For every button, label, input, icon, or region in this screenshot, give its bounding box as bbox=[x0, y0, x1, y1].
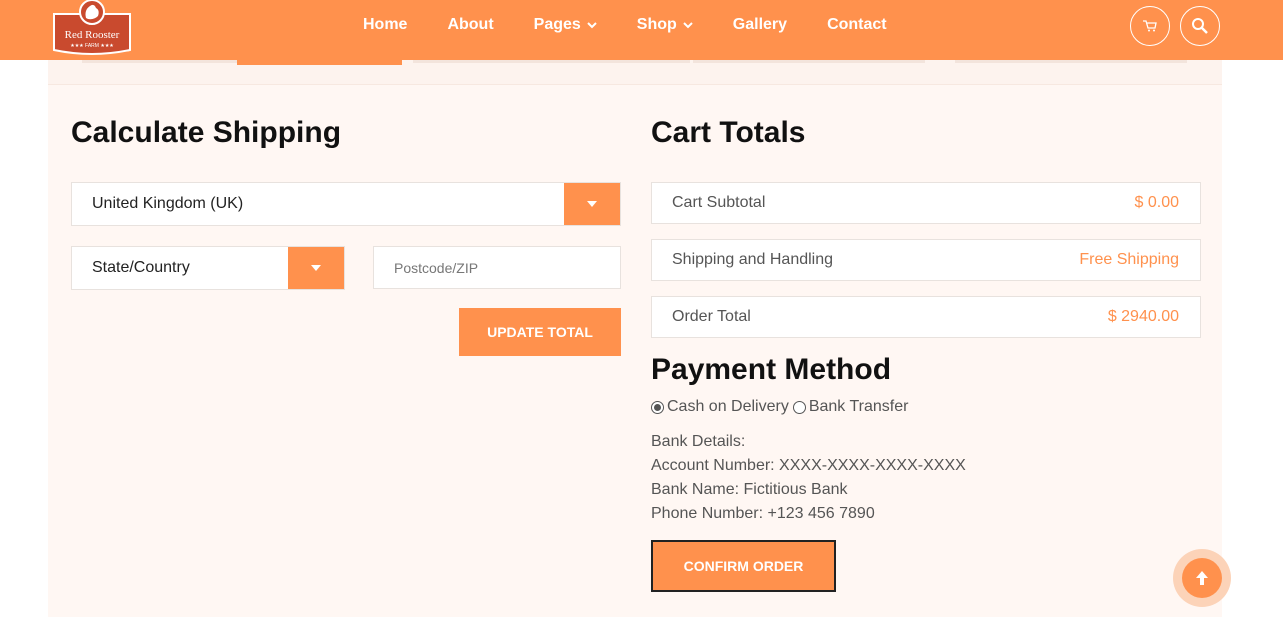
nav-item-pages[interactable]: Pages bbox=[534, 16, 597, 34]
shipping-handling-value: Free Shipping bbox=[1079, 251, 1179, 268]
payment-options: Cash on Delivery Bank Transfer bbox=[651, 398, 908, 416]
state-dropdown-button[interactable] bbox=[288, 247, 344, 289]
shipping-title: Calculate Shipping bbox=[71, 116, 342, 149]
state-select[interactable]: State/Country bbox=[71, 246, 345, 290]
caret-down-icon bbox=[587, 201, 597, 207]
caret-down-icon bbox=[311, 265, 321, 271]
main-nav: Home About Pages Shop Gallery Contact bbox=[363, 0, 927, 50]
nav-label: Home bbox=[363, 16, 408, 33]
account-number: Account Number: XXXX-XXXX-XXXX-XXXX bbox=[651, 457, 966, 474]
payment-method-title: Payment Method bbox=[651, 353, 892, 386]
shipping-handling-row: Shipping and Handling Free Shipping bbox=[651, 239, 1201, 281]
postcode-input[interactable]: Postcode/ZIP bbox=[373, 246, 621, 289]
site-logo[interactable]: Red Rooster ★★★ FARM ★★★ bbox=[50, 0, 134, 56]
nav-label: Pages bbox=[533, 16, 581, 33]
scroll-to-top-button[interactable] bbox=[1173, 549, 1231, 607]
search-button[interactable] bbox=[1180, 6, 1220, 46]
nav-label: About bbox=[447, 16, 494, 33]
nav-label: Shop bbox=[636, 16, 677, 33]
confirm-order-button[interactable]: CONFIRM ORDER bbox=[651, 540, 836, 592]
update-total-button[interactable]: UPDATE TOTAL bbox=[459, 308, 621, 356]
phone-number: Phone Number: +123 456 7890 bbox=[651, 505, 875, 522]
cart-subtotal-label: Cart Subtotal bbox=[672, 194, 766, 211]
nav-item-home[interactable]: Home bbox=[363, 16, 407, 34]
country-select[interactable]: United Kingdom (UK) bbox=[71, 182, 621, 226]
cart-icon bbox=[1143, 20, 1157, 32]
nav-item-contact[interactable]: Contact bbox=[827, 16, 887, 34]
country-dropdown-button[interactable] bbox=[564, 183, 620, 225]
order-total-value: $ 2940.00 bbox=[1107, 308, 1179, 325]
nav-label: Gallery bbox=[732, 16, 788, 33]
bank-details-heading: Bank Details: bbox=[651, 433, 746, 450]
chevron-down-icon bbox=[587, 22, 597, 29]
cash-on-delivery-radio[interactable] bbox=[651, 400, 664, 414]
bank-name: Bank Name: Fictitious Bank bbox=[651, 481, 848, 498]
search-icon bbox=[1192, 18, 1208, 34]
top-strip bbox=[48, 60, 1222, 85]
chevron-down-icon bbox=[683, 22, 693, 29]
active-tab-indicator bbox=[237, 58, 402, 65]
order-total-label: Order Total bbox=[672, 308, 751, 325]
nav-label: Contact bbox=[827, 16, 887, 33]
country-value: United Kingdom (UK) bbox=[92, 195, 244, 212]
state-value: State/Country bbox=[92, 259, 190, 276]
cart-subtotal-value: $ 0.00 bbox=[1134, 194, 1179, 211]
bank-transfer-label[interactable]: Bank Transfer bbox=[809, 398, 909, 416]
nav-item-shop[interactable]: Shop bbox=[637, 16, 693, 34]
cart-totals-title: Cart Totals bbox=[651, 116, 806, 149]
order-total-row: Order Total $ 2940.00 bbox=[651, 296, 1201, 338]
svg-text:★★★ FARM ★★★: ★★★ FARM ★★★ bbox=[70, 43, 114, 49]
bank-transfer-radio[interactable] bbox=[792, 400, 806, 414]
bank-details: Bank Details: Account Number: XXXX-XXXX-… bbox=[651, 430, 966, 526]
cart-button[interactable] bbox=[1130, 6, 1170, 46]
site-header: Red Rooster ★★★ FARM ★★★ Home About Page… bbox=[0, 0, 1283, 60]
nav-item-gallery[interactable]: Gallery bbox=[733, 16, 787, 34]
postcode-placeholder: Postcode/ZIP bbox=[394, 259, 479, 276]
shipping-handling-label: Shipping and Handling bbox=[672, 251, 834, 268]
arrow-up-icon bbox=[1196, 571, 1208, 585]
cash-on-delivery-label[interactable]: Cash on Delivery bbox=[667, 398, 789, 416]
cart-subtotal-row: Cart Subtotal $ 0.00 bbox=[651, 182, 1201, 224]
svg-text:Red Rooster: Red Rooster bbox=[65, 29, 120, 41]
nav-item-about[interactable]: About bbox=[447, 16, 493, 34]
